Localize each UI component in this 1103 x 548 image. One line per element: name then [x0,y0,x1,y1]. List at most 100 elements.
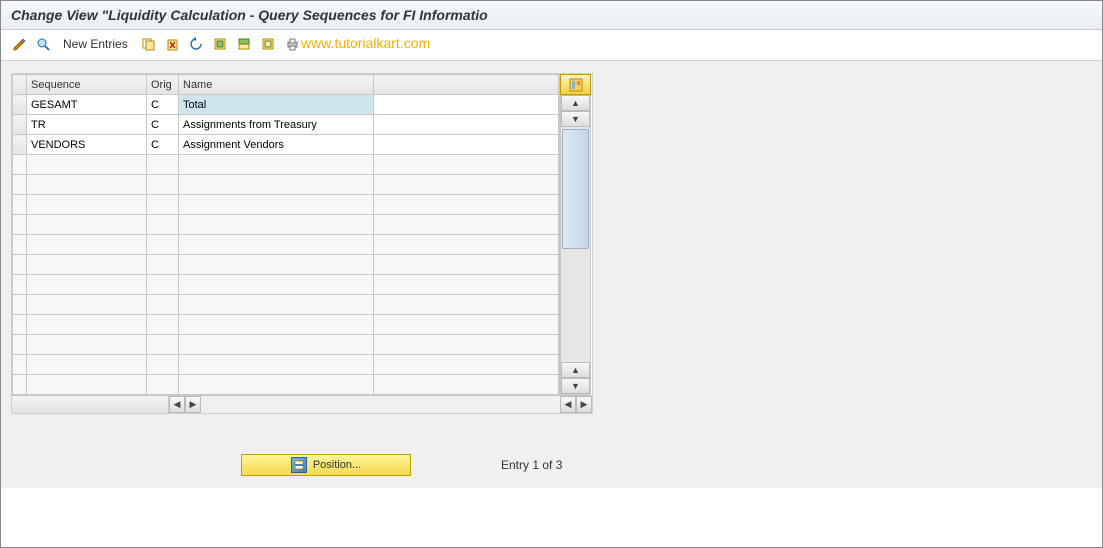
col-header-sequence[interactable]: Sequence [27,75,147,95]
cell-orig[interactable] [147,355,179,375]
row-selector[interactable] [13,375,27,395]
cell-sequence[interactable] [27,155,147,175]
table-row-empty[interactable] [13,175,559,195]
table-row-empty[interactable] [13,255,559,275]
row-selector[interactable] [13,175,27,195]
cell-name[interactable]: Assignments from Treasury [179,115,374,135]
cell-sequence[interactable]: GESAMT [27,95,147,115]
cell-name[interactable]: Assignment Vendors [179,135,374,155]
scroll-up-icon[interactable]: ▲ [561,95,590,111]
cell-name[interactable] [179,275,374,295]
select-all-icon[interactable] [210,34,230,54]
cell-sequence[interactable]: TR [27,115,147,135]
table-row-empty[interactable] [13,295,559,315]
row-selector[interactable] [13,335,27,355]
scroll-left-icon[interactable]: ◀ [169,396,185,413]
cell-name[interactable] [179,315,374,335]
row-selector[interactable] [13,255,27,275]
cell-orig[interactable] [147,335,179,355]
table-row-empty[interactable] [13,195,559,215]
cell-name[interactable]: Total [179,95,374,115]
row-selector[interactable] [13,195,27,215]
table-row-empty[interactable] [13,235,559,255]
table-row-empty[interactable] [13,155,559,175]
print-icon[interactable] [282,34,302,54]
cell-name[interactable] [179,195,374,215]
scroll-down-step-icon[interactable]: ▼ [561,111,590,127]
row-selector[interactable] [13,215,27,235]
cell-sequence[interactable] [27,215,147,235]
table-settings-button[interactable] [560,74,591,95]
table-row[interactable]: GESAMTCTotal [13,95,559,115]
cell-name[interactable] [179,255,374,275]
row-selector[interactable] [13,355,27,375]
horizontal-scrollbar[interactable]: ◀ ▶ ◀ ▶ [12,395,592,413]
table-row-empty[interactable] [13,335,559,355]
table-row-empty[interactable] [13,275,559,295]
cell-orig[interactable] [147,215,179,235]
col-header-name[interactable]: Name [179,75,374,95]
scroll-right-step-icon[interactable]: ▶ [185,396,201,413]
cell-name[interactable] [179,215,374,235]
cell-orig[interactable] [147,375,179,395]
cell-sequence[interactable] [27,235,147,255]
table-row-empty[interactable] [13,355,559,375]
vscroll-track[interactable] [561,127,590,362]
row-selector[interactable] [13,315,27,335]
cell-sequence[interactable] [27,295,147,315]
deselect-all-icon[interactable] [258,34,278,54]
table-row-empty[interactable] [13,375,559,395]
row-selector[interactable] [13,235,27,255]
cell-sequence[interactable] [27,375,147,395]
table-row-empty[interactable] [13,215,559,235]
row-selector[interactable] [13,295,27,315]
cell-orig[interactable] [147,175,179,195]
cell-sequence[interactable] [27,315,147,335]
row-selector[interactable] [13,115,27,135]
cell-orig[interactable] [147,255,179,275]
hscroll-track[interactable] [201,396,560,413]
cell-name[interactable] [179,155,374,175]
cell-name[interactable] [179,355,374,375]
copy-icon[interactable] [138,34,158,54]
row-selector[interactable] [13,95,27,115]
scroll-down-icon[interactable]: ▼ [561,378,590,394]
cell-orig[interactable] [147,295,179,315]
cell-sequence[interactable] [27,255,147,275]
find-icon[interactable] [33,34,53,54]
cell-name[interactable] [179,175,374,195]
row-selector[interactable] [13,135,27,155]
cell-name[interactable] [179,375,374,395]
cell-orig[interactable]: C [147,135,179,155]
cell-name[interactable] [179,235,374,255]
cell-orig[interactable]: C [147,115,179,135]
toggle-display-change-icon[interactable] [9,34,29,54]
vertical-scrollbar[interactable]: ▲ ▼ ▲ ▼ [560,95,591,395]
undo-change-icon[interactable] [186,34,206,54]
cell-sequence[interactable] [27,195,147,215]
new-entries-button[interactable]: New Entries [57,35,134,53]
cell-sequence[interactable] [27,275,147,295]
data-grid[interactable]: Sequence Orig Name GESAMTCTotalTRCAssign… [12,74,559,395]
select-block-icon[interactable] [234,34,254,54]
cell-orig[interactable] [147,315,179,335]
cell-sequence[interactable] [27,175,147,195]
row-selector[interactable] [13,275,27,295]
position-button[interactable]: Position... [241,454,411,476]
cell-orig[interactable] [147,235,179,255]
scroll-right-icon[interactable]: ▶ [576,396,592,413]
table-row[interactable]: VENDORSCAssignment Vendors [13,135,559,155]
scroll-up-step-icon[interactable]: ▲ [561,362,590,378]
vscroll-thumb[interactable] [562,129,589,249]
delete-icon[interactable] [162,34,182,54]
cell-sequence[interactable]: VENDORS [27,135,147,155]
table-row-empty[interactable] [13,315,559,335]
row-selector[interactable] [13,155,27,175]
cell-name[interactable] [179,335,374,355]
cell-orig[interactable]: C [147,95,179,115]
cell-orig[interactable] [147,195,179,215]
cell-orig[interactable] [147,275,179,295]
cell-sequence[interactable] [27,335,147,355]
table-row[interactable]: TRCAssignments from Treasury [13,115,559,135]
col-header-orig[interactable]: Orig [147,75,179,95]
